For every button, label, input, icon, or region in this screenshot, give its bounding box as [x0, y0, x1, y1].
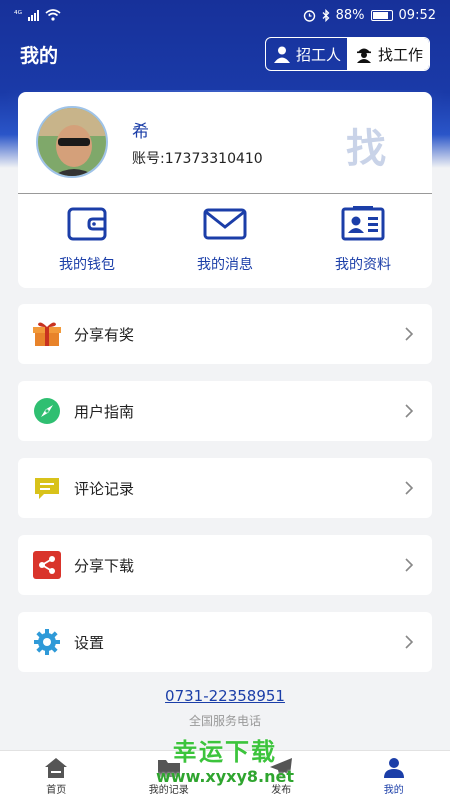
chevron-right-icon [405, 481, 414, 495]
page-title: 我的 [20, 44, 59, 67]
menu-share-download[interactable]: 分享下载 [18, 535, 432, 595]
user-icon [383, 758, 404, 778]
account-number: 账号:17373310410 [132, 151, 263, 167]
wallet-icon [67, 207, 107, 241]
chevron-right-icon [405, 558, 414, 572]
quick-messages[interactable]: 我的消息 [156, 206, 294, 276]
user-name: 希 [132, 122, 149, 142]
quick-label: 我的资料 [335, 257, 391, 273]
mail-icon [203, 208, 247, 240]
quick-profile[interactable]: 我的资料 [294, 206, 432, 276]
tab-label: 我的记录 [148, 785, 189, 796]
quick-label: 我的消息 [197, 257, 253, 273]
service-phone-link[interactable]: 0731-22358951 [0, 687, 450, 705]
wifi-icon [45, 9, 61, 21]
tab-label: 我的 [383, 785, 404, 796]
service-phone-caption: 全国服务电话 [188, 714, 261, 728]
profile-card: 希 账号:17373310410 找 我的钱包 我的消息 我的资料 [18, 92, 432, 288]
comment-icon [32, 473, 62, 503]
tab-records[interactable]: 我的记录 [113, 751, 226, 800]
folder-icon [157, 760, 180, 777]
compass-icon [32, 396, 62, 426]
chevron-right-icon [405, 327, 414, 341]
signal-icon [28, 9, 39, 21]
menu-label: 评论记录 [74, 479, 135, 498]
role-switch: 招工人 找工作 [264, 37, 430, 71]
network-type: ⁴ᴳ [14, 10, 22, 20]
home-icon [45, 758, 68, 778]
battery-icon [370, 9, 393, 21]
menu-settings[interactable]: 设置 [18, 612, 432, 672]
bottom-tab-bar: 首页 我的记录 发布 我的 [0, 750, 450, 800]
gear-icon [32, 627, 62, 657]
menu-comment-history[interactable]: 评论记录 [18, 458, 432, 518]
recruit-button[interactable]: 招工人 [266, 38, 348, 70]
tab-publish[interactable]: 发布 [225, 751, 338, 800]
menu-label: 用户指南 [74, 402, 135, 421]
chevron-right-icon [405, 635, 414, 649]
quick-actions: 我的钱包 我的消息 我的资料 [18, 206, 432, 276]
menu-label: 分享有奖 [74, 325, 135, 344]
id-card-icon [341, 206, 385, 241]
logo-watermark: 找 [346, 126, 386, 172]
menu-share-reward[interactable]: 分享有奖 [18, 304, 432, 364]
chevron-right-icon [405, 404, 414, 418]
divider [18, 193, 432, 194]
tab-home[interactable]: 首页 [0, 751, 113, 800]
status-bar: ⁴ᴳ 88% 09:52 [0, 0, 450, 30]
menu-label: 分享下载 [74, 556, 135, 575]
find-job-button[interactable]: 找工作 [347, 38, 429, 70]
worker-icon [356, 48, 371, 63]
tab-label: 发布 [271, 785, 292, 796]
quick-wallet[interactable]: 我的钱包 [18, 206, 156, 276]
avatar[interactable] [36, 106, 108, 178]
menu-label: 设置 [74, 633, 105, 652]
find-job-label: 找工作 [377, 45, 423, 64]
title-bar: 我的 招工人 找工作 [0, 36, 450, 72]
tab-label: 首页 [46, 785, 67, 796]
send-icon [270, 758, 293, 778]
tab-mine[interactable]: 我的 [338, 751, 450, 800]
alarm-icon [303, 9, 315, 22]
recruit-label: 招工人 [295, 45, 341, 64]
bluetooth-icon [322, 8, 330, 22]
quick-label: 我的钱包 [59, 257, 115, 273]
gift-icon [32, 319, 62, 349]
menu-user-guide[interactable]: 用户指南 [18, 381, 432, 441]
battery-percent: 88% [335, 7, 365, 23]
person-icon [273, 46, 290, 63]
clock: 09:52 [398, 7, 436, 23]
share-icon [32, 550, 62, 580]
